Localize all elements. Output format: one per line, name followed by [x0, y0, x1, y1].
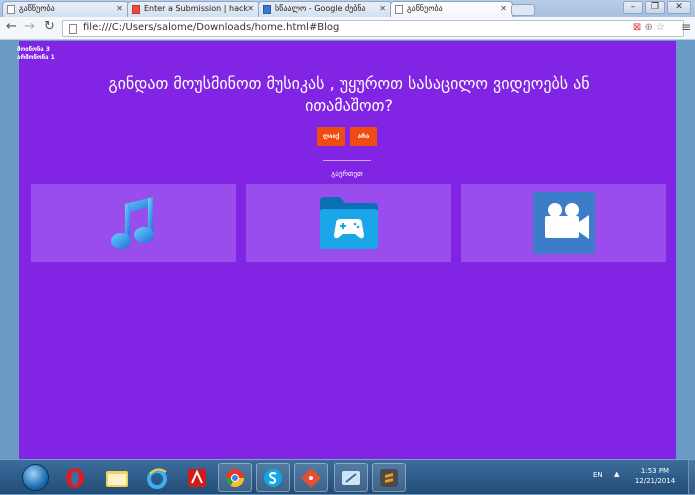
menu-icon[interactable]: ≡: [681, 20, 691, 34]
tab-2[interactable]: Enter a Submission | hack ✕: [127, 1, 260, 17]
chrome-icon: [226, 468, 244, 487]
reload-icon[interactable]: ↻: [44, 19, 55, 34]
sublime-text-icon: [380, 468, 398, 487]
clock-date: 12/21/2014: [634, 477, 676, 485]
opera-taskbar-item[interactable]: [58, 463, 92, 492]
forward-arrow-icon[interactable]: →: [24, 19, 35, 34]
tab-3-label: სწაალო - Google ძებნა: [275, 4, 366, 13]
folder-icon: [106, 470, 128, 487]
vote-counters: მოიწონა 3 არმოწონა 1: [17, 46, 55, 62]
address-bar-icons[interactable]: ⊠ ⊕ ☆: [633, 22, 665, 33]
opera-icon: [66, 467, 84, 488]
acrobat-taskbar-item[interactable]: [180, 463, 214, 492]
music-note-icon: [110, 197, 154, 249]
tab-4-label: გაწნუობა: [407, 4, 443, 13]
tray-arrow-icon[interactable]: ▲: [614, 470, 619, 478]
browser-window-chrome: გაწნუობა ✕ Enter a Submission | hack ✕ ს…: [0, 0, 695, 40]
tab-1-label: გაწნუობა: [19, 4, 55, 13]
dislikes-counter: არმოწონა 1: [17, 54, 55, 61]
music-card[interactable]: [31, 184, 236, 262]
app-taskbar-item[interactable]: [334, 463, 368, 492]
tab-strip: გაწნუობა ✕ Enter a Submission | hack ✕ ს…: [0, 0, 695, 17]
video-card[interactable]: [461, 184, 666, 262]
back-arrow-icon[interactable]: ←: [6, 19, 17, 34]
chrome-taskbar-item[interactable]: [218, 463, 252, 492]
start-button[interactable]: [22, 464, 49, 491]
ie-taskbar-item[interactable]: [140, 463, 174, 492]
video-camera-icon: [532, 192, 595, 254]
dislike-button[interactable]: არა: [350, 127, 377, 146]
sublime-taskbar-item[interactable]: [372, 463, 406, 492]
tab-1[interactable]: გაწნუობა ✕: [2, 1, 129, 17]
tab-3[interactable]: სწაალო - Google ძებნა ✕: [258, 1, 392, 17]
tab-close-icon[interactable]: ✕: [500, 2, 507, 16]
skype-taskbar-item[interactable]: [256, 463, 290, 492]
google-icon: [263, 5, 271, 14]
games-card[interactable]: [246, 184, 451, 262]
like-button[interactable]: ლაიქ: [317, 127, 345, 146]
tab-close-icon[interactable]: ✕: [247, 2, 254, 16]
page-icon: [395, 5, 403, 14]
url-text: file:///C:/Users/salome/Downloads/home.h…: [83, 22, 340, 33]
skype-icon: [264, 468, 282, 487]
explorer-taskbar-item[interactable]: [100, 463, 134, 492]
browser-toolbar: ← → ↻ file:///C:/Users/salome/Downloads/…: [0, 17, 695, 40]
git-taskbar-item[interactable]: [294, 463, 328, 492]
internet-explorer-icon: [147, 467, 167, 489]
divider: [323, 160, 371, 161]
tab-close-icon[interactable]: ✕: [379, 2, 386, 16]
show-desktop-button[interactable]: [688, 460, 695, 495]
hackerearth-icon: [132, 5, 140, 14]
minimize-button[interactable]: –: [623, 1, 643, 14]
new-tab-button[interactable]: [511, 4, 535, 16]
address-bar[interactable]: file:///C:/Users/salome/Downloads/home.h…: [62, 20, 684, 37]
tab-close-icon[interactable]: ✕: [116, 2, 123, 16]
close-window-button[interactable]: ✕: [667, 1, 691, 14]
bookmark-star-icon[interactable]: ☆: [656, 22, 665, 33]
zoom-icon[interactable]: ⊕: [644, 22, 652, 33]
tab-4-active[interactable]: გაწნუობა ✕: [390, 1, 513, 17]
clock-time: 1:53 PM: [640, 467, 670, 475]
system-clock[interactable]: 1:53 PM 12/21/2014: [625, 466, 685, 486]
likes-counter: მოიწონა 3: [17, 46, 50, 53]
blocked-popup-icon[interactable]: ⊠: [633, 22, 641, 33]
maximize-button[interactable]: ❐: [645, 1, 665, 14]
language-indicator[interactable]: EN: [593, 471, 603, 479]
page-headline: გინდათ მოუსმინოთ მუსიკას , უყუროთ სასაცი…: [108, 74, 590, 115]
acrobat-icon: [188, 468, 206, 487]
game-folder-icon: [319, 197, 378, 249]
section-subtitle: გაერთეთ: [331, 170, 363, 178]
window-app-icon: [342, 470, 360, 485]
page-icon: [69, 24, 77, 34]
git-icon: [301, 467, 321, 488]
tab-2-label: Enter a Submission | hack: [144, 4, 249, 13]
page-content: მოიწონა 3 არმოწონა 1 გინდათ მოუსმინოთ მუ…: [17, 41, 676, 459]
page-icon: [7, 5, 15, 14]
windows-taskbar: EN ▲ 1:53 PM 12/21/2014: [0, 459, 695, 495]
